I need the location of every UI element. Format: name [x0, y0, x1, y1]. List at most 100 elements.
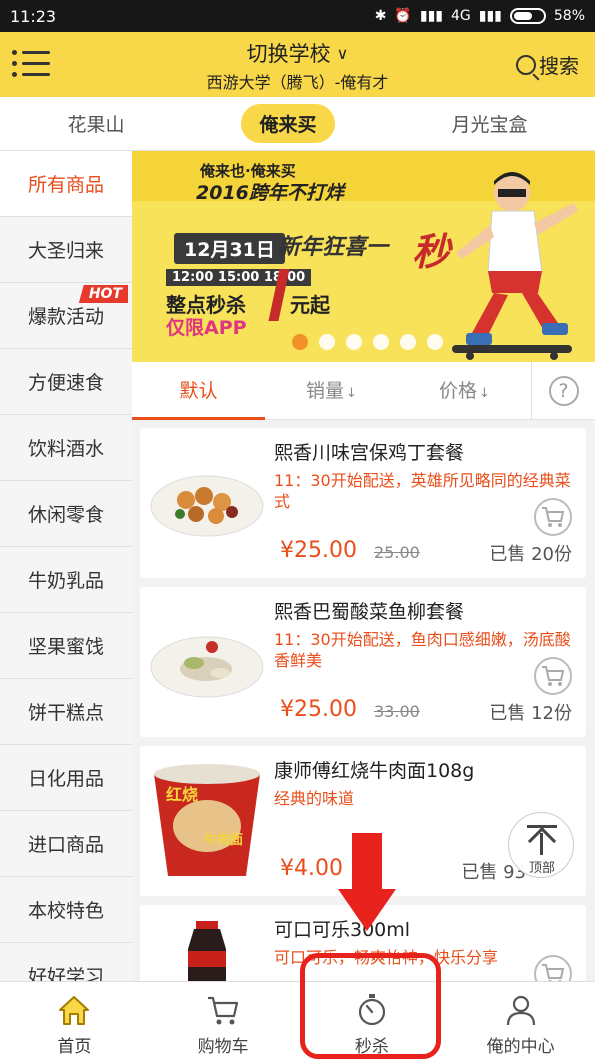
banner-headline: 新年狂喜一: [278, 235, 389, 260]
status-time: 11:23: [10, 6, 57, 26]
cart-icon: [542, 666, 565, 686]
sidebar-item-label: 大圣归来: [27, 240, 104, 262]
battery-percent: 58%: [553, 8, 585, 24]
sidebar-item-drinks[interactable]: 饮料酒水: [0, 415, 132, 481]
sidebar-item-instant-food[interactable]: 方便速食: [0, 349, 132, 415]
pagination-dot[interactable]: [346, 334, 362, 350]
sort-sales-tab[interactable]: 销量 ↓: [265, 362, 398, 420]
sidebar-item-label: 方便速食: [27, 372, 104, 394]
add-to-cart-button[interactable]: [534, 657, 572, 695]
pagination-dot[interactable]: [427, 334, 443, 350]
sidebar-item-label: 好好学习: [27, 966, 104, 981]
nav-home[interactable]: 首页: [0, 982, 149, 1061]
sidebar-item-biscuits[interactable]: 饼干糕点: [0, 679, 132, 745]
user-icon: [506, 995, 535, 1026]
help-button[interactable]: ?: [531, 361, 595, 420]
nav-label: 俺的中心: [486, 1037, 555, 1057]
sidebar-item-hot-activities[interactable]: 爆款活动 HOT: [0, 283, 132, 349]
tab-huaguoshan[interactable]: 花果山: [49, 104, 142, 143]
signal-icon: ▮▮▮: [419, 8, 443, 24]
hot-badge: HOT: [78, 285, 128, 303]
school-name: 西游大学（腾飞）-俺有才: [206, 73, 389, 92]
sort-sales-label: 销量: [306, 379, 345, 402]
bluetooth-icon: ✱: [374, 8, 387, 24]
sort-bar: 默认 销量 ↓ 价格 ↓ ?: [132, 361, 595, 420]
status-icons: ✱ ⏰ ▮▮▮ 4G ▮▮▮ 58%: [375, 8, 585, 24]
sidebar-item-label: 饼干糕点: [27, 702, 104, 724]
product-name: 康师傅红烧牛肉面108g: [274, 760, 475, 782]
sidebar-item-study[interactable]: 好好学习: [0, 943, 132, 981]
nav-cart[interactable]: 购物车: [149, 982, 298, 1061]
sort-price-label: 价格: [439, 379, 478, 402]
banner-slogan: 2016跨年不打烊: [196, 182, 344, 204]
arrow-down-icon: ↓: [346, 385, 357, 401]
banner-date: 12月31日: [174, 233, 285, 264]
sidebar-item-label: 坚果蜜饯: [27, 636, 104, 658]
store-tabs: 花果山 俺来买 月光宝盒: [0, 97, 595, 151]
product-price: ¥25.00: [280, 697, 357, 722]
sort-default-tab[interactable]: 默认: [132, 362, 265, 420]
school-switcher[interactable]: 切换学校 ∨: [0, 38, 595, 68]
page-title: 切换学校: [246, 42, 331, 66]
category-sidebar: 所有商品 大圣归来 爆款活动 HOT 方便速食 饮料酒水 休闲零食 牛奶乳品 坚果…: [0, 151, 132, 981]
svg-text:红烧: 红烧: [166, 785, 198, 804]
app-header: 切换学校 ∨ 西游大学（腾飞）-俺有才 搜索: [0, 32, 595, 97]
sidebar-item-label: 爆款活动: [27, 306, 104, 328]
promo-banner[interactable]: 俺来也·俺来买 2016跨年不打烊 12月31日 新年狂喜一 秒 12:00 1…: [132, 151, 595, 362]
sidebar-item-imported[interactable]: 进口商品: [0, 811, 132, 877]
cart-icon: [208, 996, 239, 1025]
product-name: 熙香巴蜀酸菜鱼柳套餐: [274, 601, 465, 623]
add-to-cart-button[interactable]: [534, 498, 572, 536]
cart-icon: [542, 964, 565, 981]
search-icon: [516, 54, 536, 75]
skater-illustration: [452, 172, 578, 360]
banner-pagination: [292, 334, 443, 350]
annotation-arrow-head: [338, 889, 396, 931]
product-desc: 11：30开始配送，鱼肉口感细嫩，汤底酸香鲜美: [274, 630, 571, 670]
sidebar-item-label: 本校特色: [27, 900, 104, 922]
product-desc: 经典的味道: [274, 789, 355, 808]
sidebar-item-nuts[interactable]: 坚果蜜饯: [0, 613, 132, 679]
tab-anlaimai[interactable]: 俺来买: [241, 104, 335, 143]
sidebar-item-label: 日化用品: [27, 768, 104, 790]
nav-label: 购物车: [197, 1037, 249, 1057]
product-sold-count: 已售 20份: [489, 544, 572, 565]
sidebar-item-label: 进口商品: [27, 834, 104, 856]
nav-my-center[interactable]: 俺的中心: [446, 982, 595, 1061]
search-button[interactable]: 搜索: [516, 50, 579, 79]
banner-app-only: 仅限APP: [166, 317, 247, 339]
sidebar-item-label: 牛奶乳品: [27, 570, 104, 592]
search-label: 搜索: [539, 54, 579, 78]
sidebar-item-daily-goods[interactable]: 日化用品: [0, 745, 132, 811]
sidebar-item-dashengguilai[interactable]: 大圣归来: [0, 217, 132, 283]
sidebar-item-snacks[interactable]: 休闲零食: [0, 481, 132, 547]
signal-icon: ▮▮▮: [478, 8, 502, 24]
battery-icon: [509, 8, 546, 24]
pagination-dot[interactable]: [319, 334, 335, 350]
pagination-dot[interactable]: [292, 334, 308, 350]
svg-text:牛肉面: 牛肉面: [204, 832, 243, 848]
pagination-dot[interactable]: [373, 334, 389, 350]
alarm-icon: ⏰: [394, 8, 412, 24]
product-desc: 11：30开始配送，英雄所见略同的经典菜式: [274, 471, 571, 511]
tab-yueguangbaohe[interactable]: 月光宝盒: [433, 104, 545, 143]
status-bar: 11:23 ✱ ⏰ ▮▮▮ 4G ▮▮▮ 58%: [0, 0, 595, 32]
chevron-down-icon: ∨: [336, 44, 349, 63]
product-card[interactable]: 熙香巴蜀酸菜鱼柳套餐 11：30开始配送，鱼肉口感细嫩，汤底酸香鲜美 ¥25.0…: [140, 587, 586, 737]
bottom-nav: 首页 购物车 秒杀 俺的中心: [0, 981, 595, 1061]
sort-price-tab[interactable]: 价格 ↓: [398, 362, 531, 420]
product-card[interactable]: 熙香川味宫保鸡丁套餐 11：30开始配送，英雄所见略同的经典菜式 ¥25.00 …: [140, 428, 586, 578]
sidebar-item-dairy[interactable]: 牛奶乳品: [0, 547, 132, 613]
sidebar-item-all[interactable]: 所有商品: [0, 151, 132, 217]
help-icon: ?: [548, 375, 579, 406]
annotation-highlight-box: [300, 953, 441, 1059]
back-to-top-label: 顶部: [528, 861, 555, 876]
back-to-top-button[interactable]: 顶部: [508, 812, 574, 878]
product-image: [146, 915, 268, 981]
pagination-dot[interactable]: [400, 334, 416, 350]
product-old-price: 25.00: [374, 543, 420, 562]
sidebar-item-label: 饮料酒水: [27, 438, 104, 460]
product-sold-count: 已售 12份: [489, 703, 572, 724]
sidebar-item-school-special[interactable]: 本校特色: [0, 877, 132, 943]
product-price: ¥25.00: [280, 538, 357, 563]
